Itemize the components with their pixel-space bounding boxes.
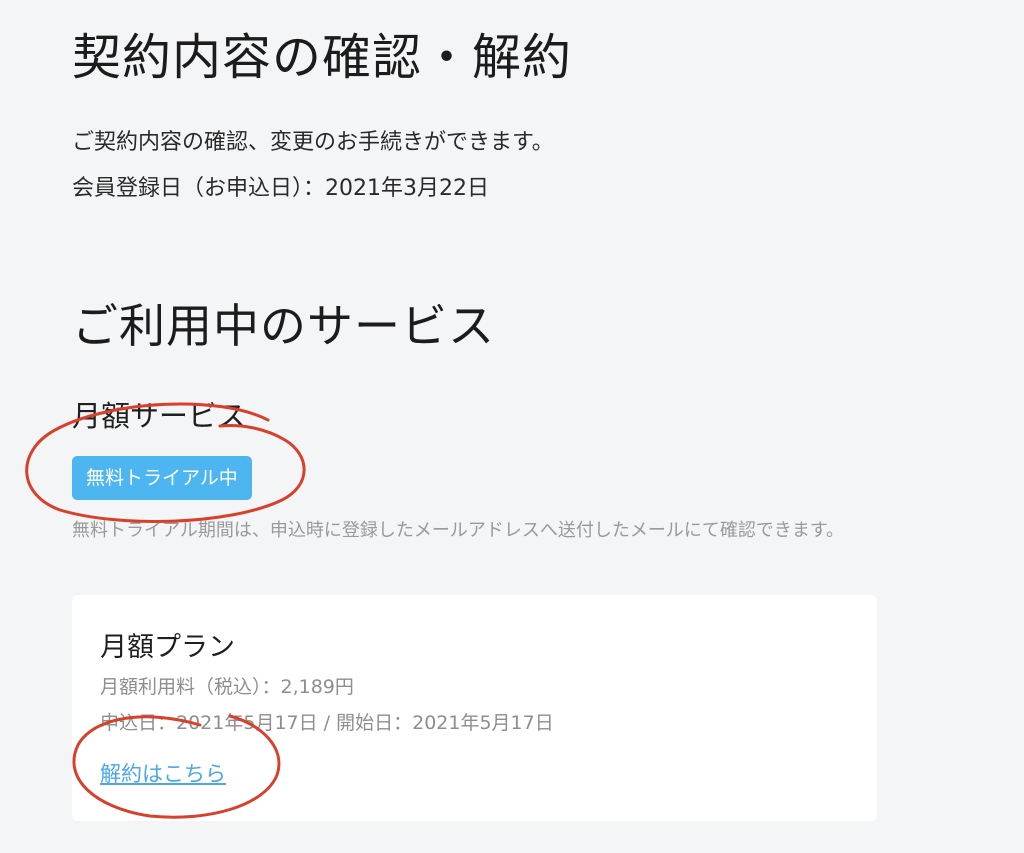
page-description: ご契約内容の確認、変更のお手続きができます。 [72,130,554,155]
plan-title: 月額プラン [100,632,235,663]
plan-dates: 申込日：2021年5月17日 / 開始日：2021年5月17日 [100,712,554,734]
monthly-service-title: 月額サービス [72,399,247,433]
status-badge: 無料トライアル中 [72,456,252,500]
registration-date: 会員登録日（お申込日）：2021年3月22日 [72,176,489,201]
services-section-title: ご利用中のサービス [72,299,495,353]
trial-note: 無料トライアル期間は、申込時に登録したメールアドレスへ送付したメールにて確認でき… [72,520,845,541]
intro-block: ご契約内容の確認、変更のお手続きができます。 会員登録日（お申込日）：2021年… [72,120,554,212]
page-title: 契約内容の確認・解約 [72,29,573,86]
plan-card: 月額プラン 月額利用料（税込）：2,189円 申込日：2021年5月17日 / … [72,595,877,821]
cancel-link[interactable]: 解約はこちら [100,758,226,788]
plan-price: 月額利用料（税込）：2,189円 [100,676,354,698]
